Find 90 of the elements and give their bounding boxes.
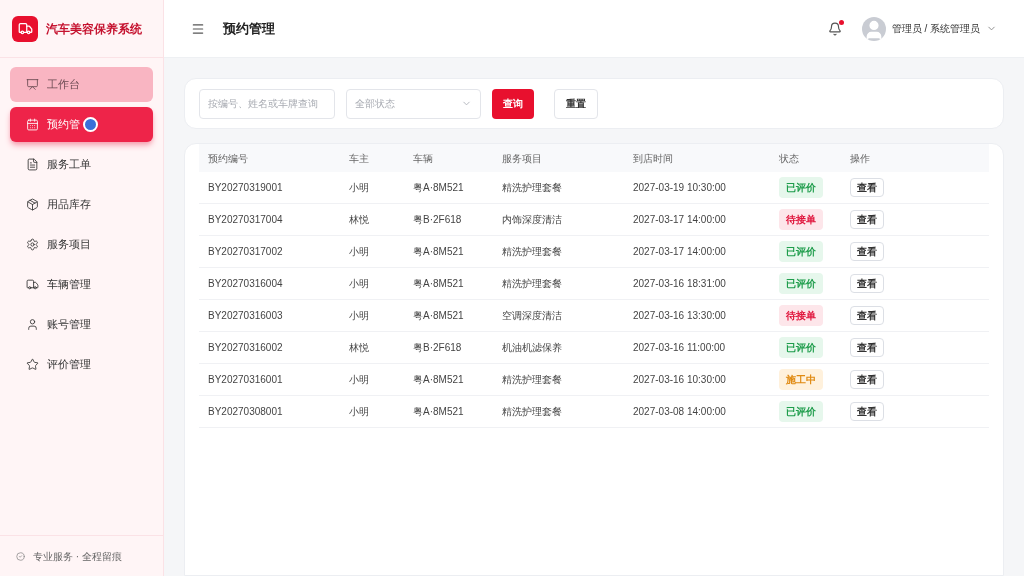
column-header: 到店时间 [633, 151, 674, 166]
sidebar-item[interactable]: 评价管理 [10, 347, 153, 382]
view-button[interactable]: 查看 [850, 370, 884, 389]
user-icon [26, 318, 39, 331]
menu-icon[interactable] [191, 21, 205, 36]
table-cell-text: 2027-03-17 14:00:00 [633, 213, 727, 227]
table-cell-text: 林悦 [349, 213, 370, 227]
column-header: 操作 [850, 151, 871, 166]
table-cell-text: 2027-03-16 10:30:00 [633, 373, 727, 387]
status-badge: 已评价 [779, 337, 823, 358]
table-cell-text: BY20270317002 [208, 245, 284, 259]
table-cell-text: BY20270316004 [208, 277, 284, 291]
logo-icon [12, 15, 38, 42]
table-cell-text: 精洗护理套餐 [502, 181, 563, 195]
status-badge: 已评价 [779, 273, 823, 294]
table-cell-text: 粤A·8M521 [413, 277, 465, 291]
table-cell-text: BY20270316002 [208, 341, 284, 355]
footer-text: 专业服务 · 全程留痕 [33, 549, 122, 564]
table-cell-text: 粤B·2F618 [413, 213, 463, 227]
status-badge: 施工中 [779, 369, 823, 390]
status-badge: 已评价 [779, 177, 823, 198]
table-cell-text: 机油机滤保养 [502, 341, 563, 355]
table-cell-text: 内饰深度清洁 [502, 213, 563, 227]
table-cell-text: 空调深度清洁 [502, 309, 563, 323]
table-cell-text: 粤B·2F618 [413, 341, 463, 355]
table-cell-text: 小明 [349, 373, 370, 387]
table-cell-text: 小明 [349, 245, 370, 259]
view-button[interactable]: 查看 [850, 338, 884, 357]
document-icon [26, 158, 39, 171]
table-cell-text: BY20270316001 [208, 373, 284, 387]
table-cell-text: 小明 [349, 405, 370, 419]
column-header: 状态 [779, 151, 800, 166]
sidebar-item[interactable]: 车辆管理 [10, 267, 153, 302]
box-icon [26, 198, 39, 211]
table-cell-text: 精洗护理套餐 [502, 277, 563, 291]
column-header: 预约编号 [208, 151, 249, 166]
status-badge: 已评价 [779, 241, 823, 262]
table-cell-text: 2027-03-08 14:00:00 [633, 405, 727, 419]
table-cell-text: 精洗护理套餐 [502, 405, 563, 419]
view-button[interactable]: 查看 [850, 178, 884, 197]
column-header: 车主 [349, 151, 370, 166]
sidebar-item[interactable]: 预约管 [10, 107, 153, 142]
table-cell-text: 粤A·8M521 [413, 245, 465, 259]
sidebar-item[interactable]: 用品库存 [10, 187, 153, 222]
status-badge: 已评价 [779, 401, 823, 422]
user-name[interactable]: 管理员 / 系统管理员 [891, 21, 980, 36]
sidebar-item[interactable]: 服务工单 [10, 147, 153, 182]
reset-button[interactable]: 重置 [554, 88, 598, 119]
view-button[interactable]: 查看 [850, 242, 884, 261]
column-header: 车辆 [413, 151, 434, 166]
truck-icon [26, 278, 39, 291]
table-cell-text: 林悦 [349, 341, 370, 355]
table-cell-text: 粤A·8M521 [413, 373, 465, 387]
table-cell-text: 小明 [349, 181, 370, 195]
status-badge: 待接单 [779, 305, 823, 326]
sidebar-item[interactable]: 服务项目 [10, 227, 153, 262]
table-cell-text: BY20270317004 [208, 213, 284, 227]
table-cell-text: BY20270308001 [208, 405, 284, 419]
notification-button[interactable] [827, 21, 842, 36]
table-cell-text: BY20270319001 [208, 181, 284, 195]
table-cell-text: BY20270316003 [208, 309, 284, 323]
search-field[interactable]: 按编号、姓名或车牌查询 [199, 88, 335, 119]
table-cell-text: 精洗护理套餐 [502, 373, 563, 387]
table-cell-text: 2027-03-19 10:30:00 [633, 181, 727, 195]
view-button[interactable]: 查看 [850, 402, 884, 421]
table-cell-text: 粤A·8M521 [413, 405, 465, 419]
presentation-icon [26, 78, 39, 91]
query-button[interactable]: 查询 [492, 88, 534, 119]
view-button[interactable]: 查看 [850, 274, 884, 293]
table-cell-text: 小明 [349, 309, 370, 323]
table-cell-text: 粤A·8M521 [413, 181, 465, 195]
settings-icon [26, 238, 39, 251]
view-button[interactable]: 查看 [850, 306, 884, 325]
star-icon [26, 358, 39, 371]
table-cell-text: 精洗护理套餐 [502, 245, 563, 259]
table-cell-text: 2027-03-17 14:00:00 [633, 245, 727, 259]
table-cell-text: 粤A·8M521 [413, 309, 465, 323]
sidebar-item[interactable]: 账号管理 [10, 307, 153, 342]
app-title: 汽车美容保养系统 [46, 20, 142, 38]
status-badge: 待接单 [779, 209, 823, 230]
calendar-icon [26, 118, 39, 131]
table-cell-text: 2027-03-16 18:31:00 [633, 277, 727, 291]
sidebar-item[interactable]: 工作台 [10, 67, 153, 102]
table-cell-text: 小明 [349, 277, 370, 291]
page-title: 预约管理 [223, 19, 275, 38]
view-button[interactable]: 查看 [850, 210, 884, 229]
check-circle-icon [16, 551, 25, 561]
column-header: 服务项目 [502, 151, 543, 166]
table-cell-text: 2027-03-16 11:00:00 [633, 341, 727, 355]
table-cell-text: 2027-03-16 13:30:00 [633, 309, 727, 323]
